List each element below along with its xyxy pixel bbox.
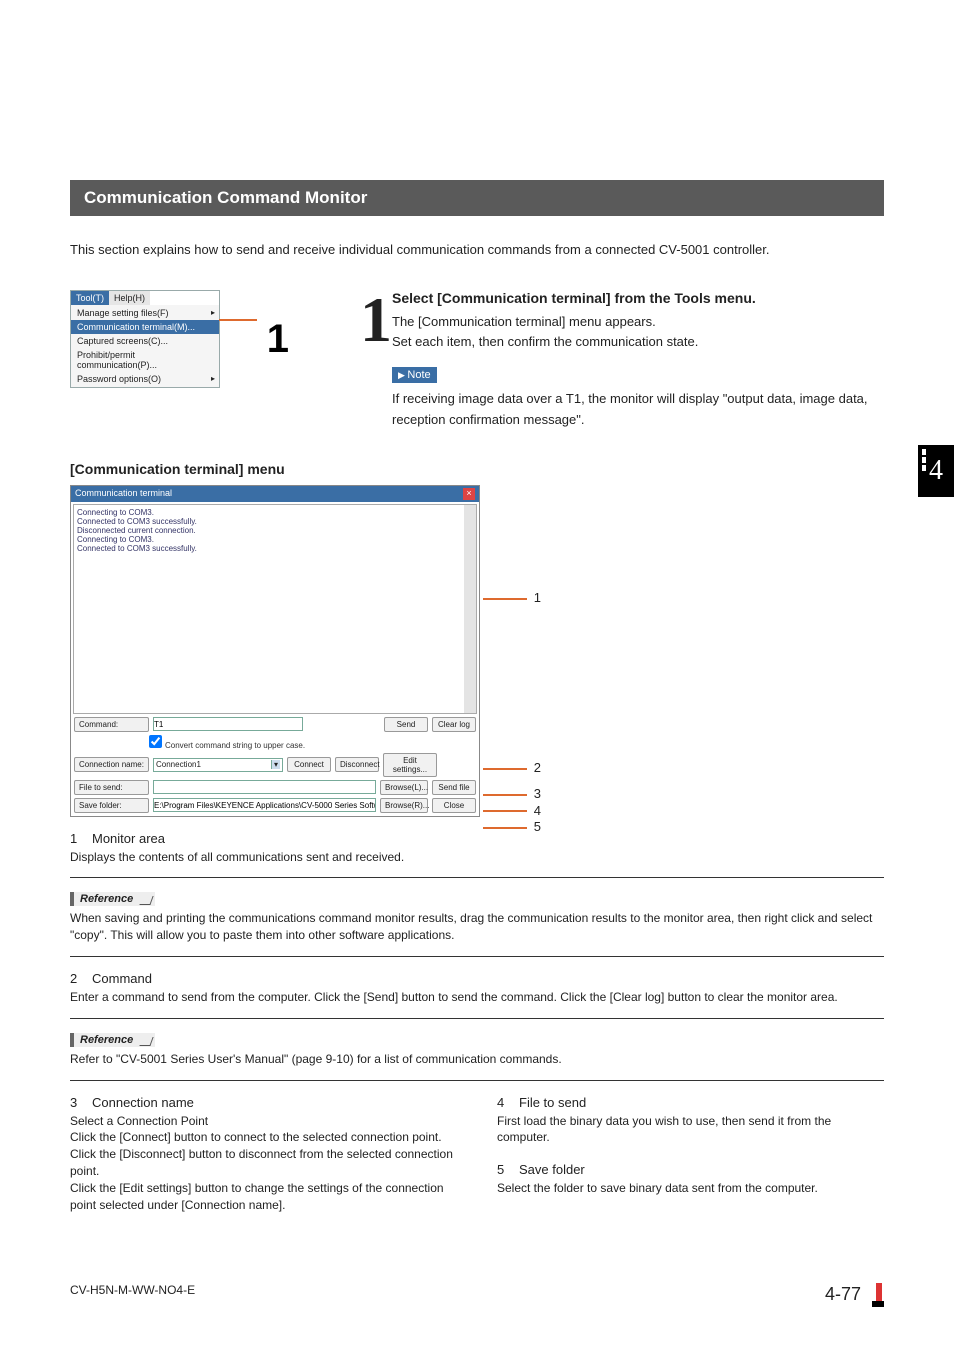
note-label: Note [392, 367, 437, 383]
leader-2 [483, 768, 527, 770]
item2-body: Enter a command to send from the compute… [70, 989, 884, 1006]
footer-mark-icon [872, 1283, 884, 1307]
item2-num: 2 [70, 971, 92, 986]
step-number-1: 1 [360, 298, 392, 343]
callout-num-4: 4 [534, 803, 541, 818]
file-to-send-label: File to send: [74, 780, 149, 795]
term-title: Communication terminal [75, 488, 172, 500]
chevron-down-icon: ▾ [271, 760, 280, 769]
item1-num: 1 [70, 831, 92, 846]
item3-body: Select a Connection Point Click the [Con… [70, 1113, 457, 1214]
comm-terminal-figure: Communication terminal × Connecting to C… [70, 485, 480, 817]
footer-page-num: 4-77 [825, 1284, 861, 1304]
menu-tab-tool: Tool(T) [71, 291, 109, 305]
item2-title: Command [92, 971, 152, 986]
menu-item-comm-terminal: Communication terminal(M)... [71, 320, 219, 334]
item5-num: 5 [497, 1162, 519, 1177]
reference1-body: When saving and printing the communicati… [70, 910, 884, 944]
edit-settings-button[interactable]: Edit settings... [383, 753, 437, 777]
intro-text: This section explains how to send and re… [70, 240, 884, 260]
scrollbar [464, 505, 476, 713]
item5-body: Select the folder to save binary data se… [497, 1180, 884, 1197]
save-folder-label: Save folder: [74, 798, 149, 813]
item1-title: Monitor area [92, 831, 165, 846]
chapter-number: 4 [929, 455, 943, 487]
tools-menu-figure: Tool(T) Help(H) Manage setting files(F) … [70, 290, 220, 388]
divider [70, 877, 884, 878]
item4-title: File to send [519, 1095, 586, 1110]
divider [70, 1018, 884, 1019]
divider [70, 956, 884, 957]
browse-l-button[interactable]: Browse(L)... [380, 780, 428, 795]
menu-item-captured: Captured screens(C)... [71, 334, 219, 348]
callout-num-1: 1 [534, 590, 541, 605]
item1-body: Displays the contents of all communicati… [70, 849, 884, 866]
footer-doc-id: CV-H5N-M-WW-NO4-E [70, 1283, 195, 1307]
disconnect-button[interactable]: Disconnect [335, 757, 379, 772]
reference2-body: Refer to "CV-5001 Series User's Manual" … [70, 1051, 884, 1068]
item3-title: Connection name [92, 1095, 194, 1110]
callout-num-3: 3 [534, 786, 541, 801]
chapter-tab-bars [922, 449, 926, 473]
leader-5 [483, 827, 527, 829]
step1-line1: The [Communication terminal] menu appear… [392, 312, 884, 333]
term-log-text: Connecting to COM3. Connected to COM3 su… [77, 508, 197, 553]
uppercase-checkbox[interactable] [149, 735, 162, 748]
close-icon: × [463, 488, 475, 500]
leader-4 [483, 810, 527, 812]
section-title: Communication Command Monitor [70, 180, 884, 216]
save-folder-input[interactable] [153, 798, 376, 812]
reference-label: Reference [70, 892, 155, 906]
menu-item-prohibit: Prohibit/permit communication(P)... [71, 348, 219, 372]
leader-1 [483, 598, 527, 600]
menu-item-manage: Manage setting files(F) [71, 306, 219, 320]
menu-item-password: Password options(O) [71, 372, 219, 386]
chapter-tab: 4 [918, 445, 954, 497]
send-button[interactable]: Send [384, 717, 428, 732]
connection-name-label: Connection name: [74, 757, 149, 772]
connect-button[interactable]: Connect [287, 757, 331, 772]
uppercase-label: Convert command string to upper case. [165, 741, 305, 750]
item3-num: 3 [70, 1095, 92, 1110]
item4-num: 4 [497, 1095, 519, 1110]
command-label: Command: [74, 717, 149, 732]
leader-line [219, 319, 257, 321]
connection-name-select[interactable]: Connection1▾ [153, 758, 283, 772]
callout-num-5: 5 [534, 819, 541, 834]
callout-num-2: 2 [534, 760, 541, 775]
comm-terminal-subheading: [Communication terminal] menu [70, 461, 884, 477]
menu-tab-help: Help(H) [109, 291, 150, 305]
leader-3 [483, 794, 527, 796]
reference-label: Reference [70, 1033, 155, 1047]
item4-body: First load the binary data you wish to u… [497, 1113, 884, 1147]
command-input[interactable] [153, 717, 303, 731]
close-button[interactable]: Close [432, 798, 476, 813]
step1-title: Select [Communication terminal] from the… [392, 290, 884, 306]
figure-callout-1: 1 [267, 317, 289, 362]
browse-r-button[interactable]: Browse(R)... [380, 798, 428, 813]
send-file-button[interactable]: Send file [432, 780, 476, 795]
divider [70, 1080, 884, 1081]
file-to-send-input[interactable] [153, 780, 376, 794]
clear-log-button[interactable]: Clear log [432, 717, 476, 732]
item5-title: Save folder [519, 1162, 585, 1177]
step1-line2: Set each item, then confirm the communic… [392, 332, 884, 353]
note-text: If receiving image data over a T1, the m… [392, 389, 884, 431]
